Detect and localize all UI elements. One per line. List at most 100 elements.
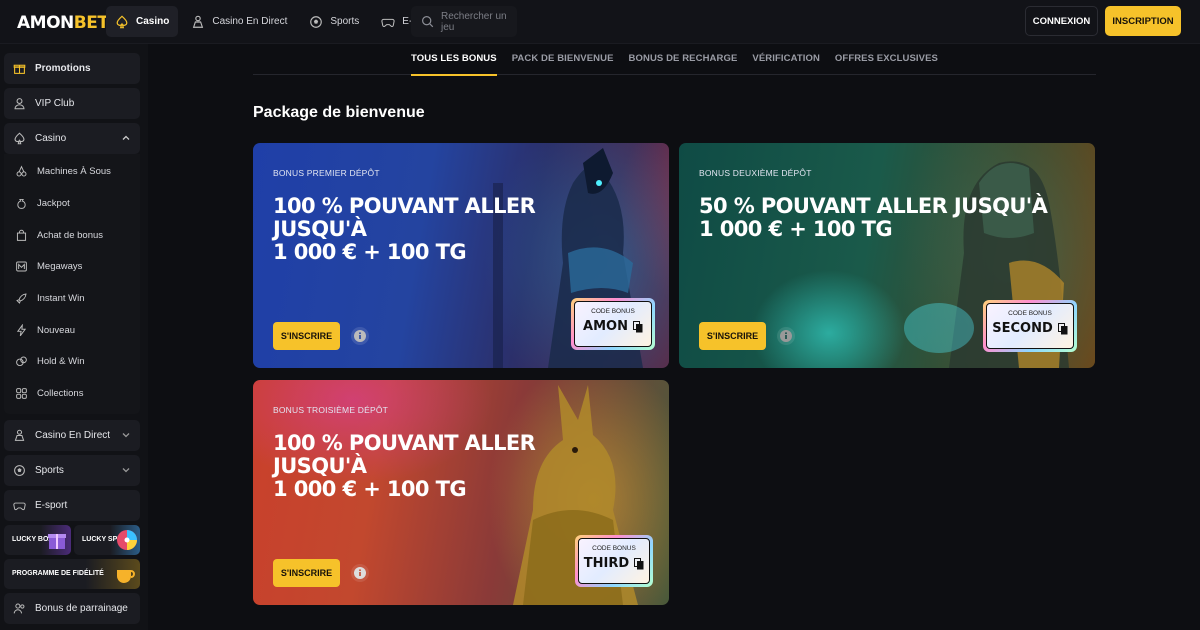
- tab-all-bonuses[interactable]: TOUS LES BONUS: [411, 44, 497, 76]
- sidebar-item-collections[interactable]: Collections: [4, 378, 140, 410]
- bonus-card-third-deposit: BONUS TROISIÈME DÉPÔT 100 % POUVANT ALLE…: [253, 380, 669, 605]
- sidebar-item-casino[interactable]: Casino: [4, 123, 140, 154]
- sidebar-item-jackpot[interactable]: Jackpot: [4, 188, 140, 220]
- signup-card-button[interactable]: S'INSCRIRE: [699, 322, 766, 350]
- casino-submenu: Machines À Sous Jackpot Achat de bonus M…: [4, 154, 140, 414]
- sidebar-item-esport[interactable]: E-sport: [4, 489, 140, 521]
- sidebar-item-slots[interactable]: Machines À Sous: [4, 156, 140, 188]
- loyalty-program-banner[interactable]: PROGRAMME DE FIDÉLITÉ: [4, 558, 140, 589]
- info-icon[interactable]: [350, 563, 370, 583]
- sidebar-item-new[interactable]: Nouveau: [4, 314, 140, 346]
- bonus-code-label: CODE BONUS: [1008, 310, 1052, 317]
- amonbet-logo[interactable]: AMONBET: [17, 13, 109, 33]
- nav-live-casino-label: Casino En Direct: [212, 16, 288, 27]
- nav-sports[interactable]: Sports: [300, 6, 368, 37]
- search-icon: [422, 16, 434, 28]
- sidebar-item-hold-win[interactable]: Hold & Win: [4, 346, 140, 378]
- bonus-card-second-deposit: BONUS DEUXIÈME DÉPÔT 50 % POUVANT ALLER …: [679, 143, 1095, 368]
- sidebar-item-new-label: Nouveau: [37, 324, 76, 336]
- lucky-spin-banner[interactable]: LUCKY SPIN: [74, 524, 140, 555]
- copy-icon[interactable]: [632, 320, 643, 333]
- card-headline: 50 % POUVANT ALLER JUSQU'À 1 000 € + 100…: [699, 195, 1059, 241]
- coin-cup-icon: [117, 569, 135, 583]
- sidebar-item-bonus-buy-label: Achat de bonus: [37, 229, 104, 241]
- bonus-code-box[interactable]: CODE BONUS THIRD: [575, 535, 653, 587]
- soccer-ball-icon: [310, 15, 323, 28]
- megaways-icon: [16, 261, 27, 272]
- nav-sports-label: Sports: [330, 16, 360, 27]
- bonus-code-text: THIRD: [583, 556, 630, 571]
- spade-icon: [14, 132, 25, 145]
- signup-button[interactable]: INSCRIPTION: [1105, 6, 1181, 36]
- sidebar-item-megaways-label: Megaways: [37, 261, 83, 273]
- sidebar-item-megaways[interactable]: Megaways: [4, 251, 140, 283]
- sidebar-item-promotions[interactable]: Promotions: [4, 53, 140, 84]
- card-label: BONUS PREMIER DÉPÔT: [273, 168, 380, 178]
- gift-box-icon: [48, 533, 66, 549]
- sidebar-item-live-casino[interactable]: Casino En Direct: [4, 419, 140, 451]
- chevron-down-icon[interactable]: [121, 430, 131, 440]
- sidebar-item-referral[interactable]: Bonus de parrainage: [4, 592, 140, 624]
- loyalty-label: PROGRAMME DE FIDÉLITÉ: [12, 570, 104, 577]
- spade-icon: [116, 14, 128, 28]
- info-icon[interactable]: [776, 326, 796, 346]
- nav-live-casino[interactable]: Casino En Direct: [182, 6, 296, 37]
- dealer-icon: [193, 15, 204, 28]
- tab-verification[interactable]: VÉRIFICATION: [752, 44, 820, 75]
- gamepad-icon: [13, 502, 26, 510]
- copy-icon[interactable]: [634, 557, 644, 570]
- sidebar-item-live-casino-label: Casino En Direct: [35, 429, 111, 441]
- bonus-code-value: THIRD: [584, 556, 644, 571]
- grid-icon: [16, 388, 27, 400]
- search-placeholder: Rechercher un jeu: [441, 10, 507, 33]
- cherries-icon: [16, 165, 27, 177]
- sidebar-item-hold-win-label: Hold & Win: [37, 356, 85, 368]
- bonus-code-inner: CODE BONUS SECOND: [986, 303, 1074, 349]
- signup-card-button[interactable]: S'INSCRIRE: [273, 322, 340, 350]
- sidebar-item-bonus-buy[interactable]: Achat de bonus: [4, 219, 140, 251]
- bonus-code-label: CODE BONUS: [592, 545, 636, 552]
- sidebar-item-instant-win-label: Instant Win: [37, 293, 85, 305]
- bonus-code-text: SECOND: [992, 321, 1053, 336]
- money-bag-icon: [17, 198, 26, 209]
- chevron-down-icon[interactable]: [121, 465, 131, 475]
- shopping-bag-icon: [16, 229, 27, 241]
- section-title: Package de bienvenue: [253, 104, 425, 121]
- tab-exclusive-offers[interactable]: OFFRES EXCLUSIVES: [835, 44, 938, 75]
- tab-reload-bonus[interactable]: BONUS DE RECHARGE: [629, 44, 738, 75]
- sidebar-item-vip-club[interactable]: VIP Club: [4, 88, 140, 119]
- soccer-ball-icon: [14, 464, 25, 476]
- sidebar-item-sports[interactable]: Sports: [4, 454, 140, 486]
- tab-welcome-pack[interactable]: PACK DE BIENVENUE: [512, 44, 614, 75]
- chevron-up-icon[interactable]: [121, 133, 131, 143]
- sidebar-item-collections-label: Collections: [37, 388, 84, 400]
- bonus-code-inner: CODE BONUS THIRD: [578, 538, 650, 584]
- users-icon: [13, 603, 25, 613]
- search-box[interactable]: Rechercher un jeu: [411, 6, 517, 37]
- bonus-tabs: TOUS LES BONUS PACK DE BIENVENUE BONUS D…: [253, 44, 1096, 76]
- logo-suffix: BET: [73, 13, 109, 33]
- sidebar: Promotions VIP Club Casino Machines À So…: [0, 44, 148, 630]
- signup-card-button[interactable]: S'INSCRIRE: [273, 559, 340, 587]
- card-headline: 100 % POUVANT ALLER JUSQU'À 1 000 € + 10…: [273, 432, 633, 501]
- card-label: BONUS DEUXIÈME DÉPÔT: [699, 168, 812, 178]
- info-icon[interactable]: [350, 326, 370, 346]
- bonus-code-label: CODE BONUS: [591, 308, 635, 315]
- card-headline-line1: 100 % POUVANT ALLER JUSQU'À: [273, 194, 536, 241]
- wheel-icon: [117, 529, 137, 550]
- nav-casino-label: Casino: [136, 16, 170, 27]
- sidebar-item-sports-label: Sports: [35, 464, 64, 476]
- nav-casino[interactable]: Casino: [106, 6, 179, 37]
- bonus-code-value: AMON: [583, 319, 643, 334]
- bonus-code-box[interactable]: CODE BONUS AMON: [571, 298, 655, 350]
- card-headline-line1: 50 % POUVANT ALLER JUSQU'À: [699, 194, 1048, 218]
- sidebar-item-referral-label: Bonus de parrainage: [35, 602, 128, 614]
- lucky-box-banner[interactable]: LUCKY BOX: [4, 524, 71, 555]
- bonus-code-box[interactable]: CODE BONUS SECOND: [983, 300, 1077, 352]
- coins-icon: [16, 357, 27, 367]
- sidebar-item-instant-win[interactable]: Instant Win: [4, 283, 140, 315]
- sidebar-item-esport-label: E-sport: [35, 499, 68, 511]
- main-nav: Casino Casino En Direct Sports E-Sport: [106, 6, 445, 37]
- login-button[interactable]: CONNEXION: [1025, 6, 1098, 36]
- copy-icon[interactable]: [1057, 322, 1068, 335]
